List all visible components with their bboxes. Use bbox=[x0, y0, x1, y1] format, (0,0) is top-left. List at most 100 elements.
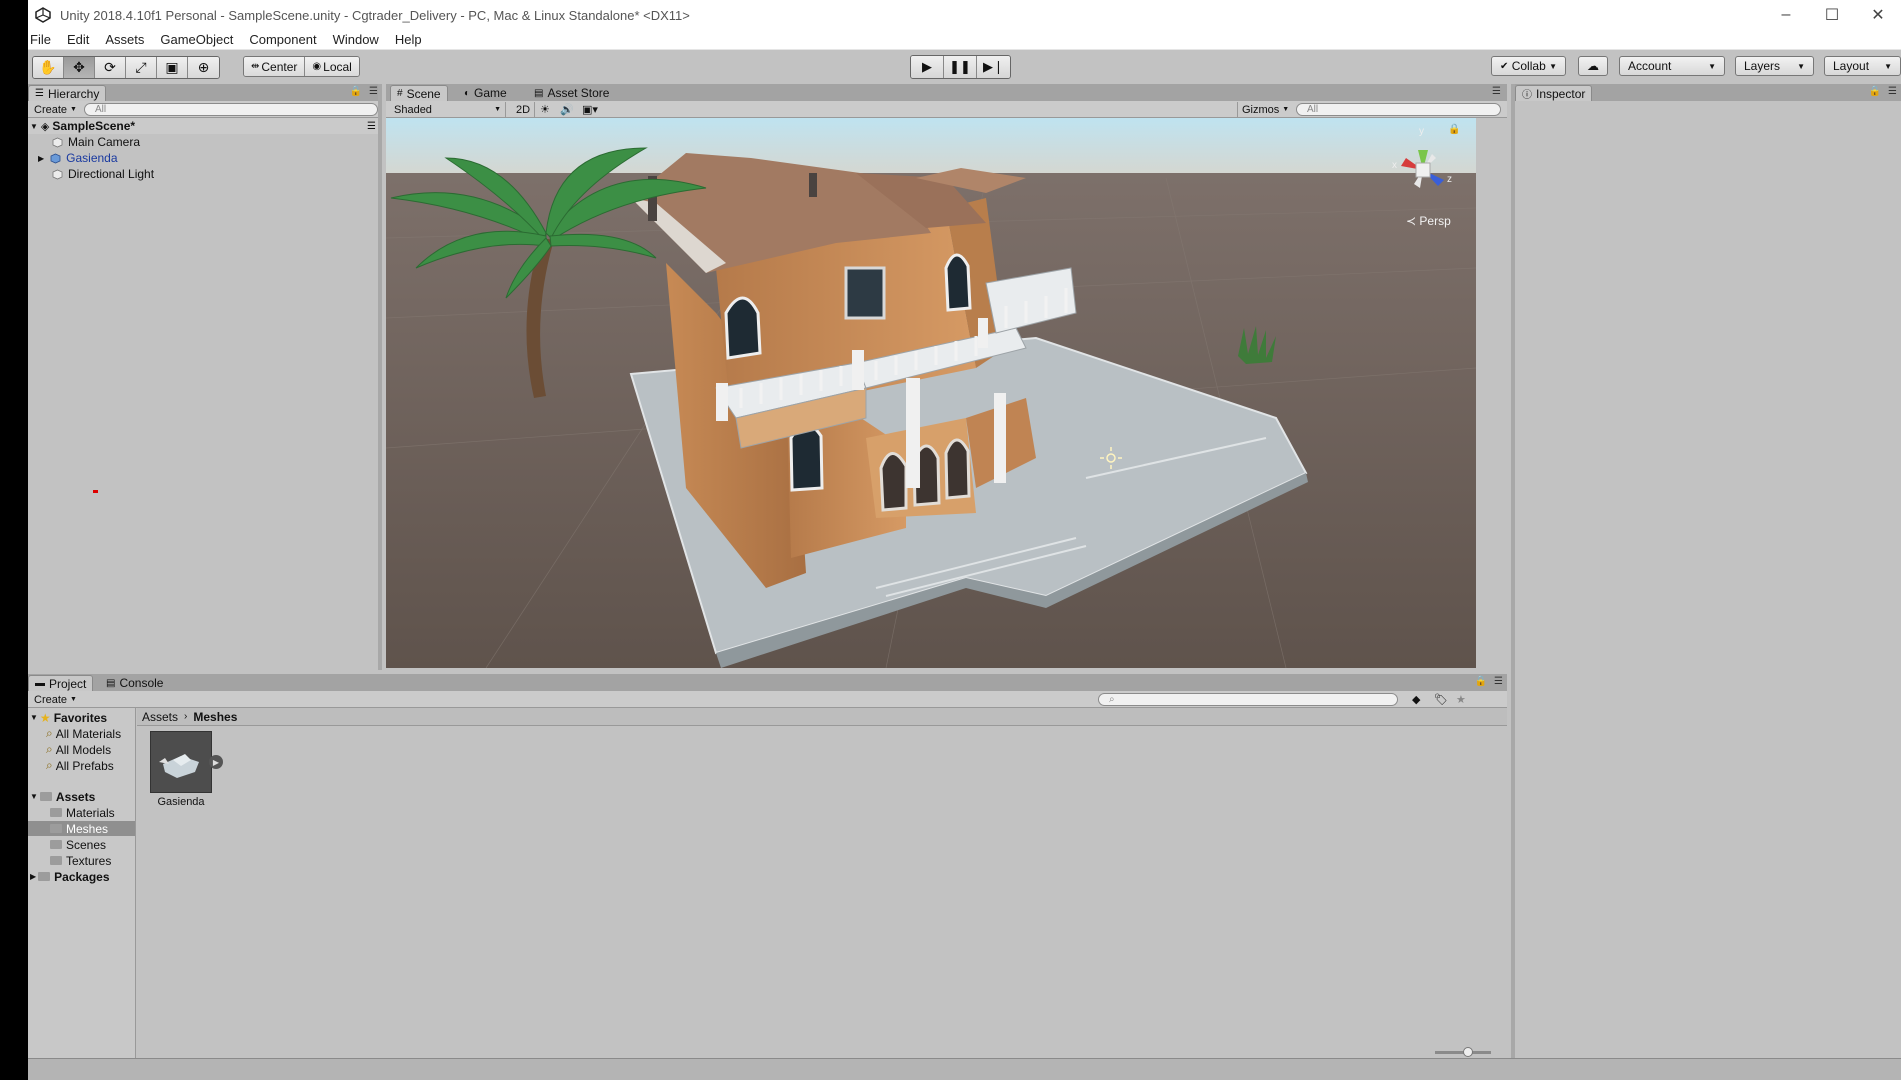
hierarchy-create-dropdown[interactable]: Create ▼ bbox=[30, 102, 81, 117]
tree-label: All Prefabs bbox=[55, 758, 114, 773]
tree-scenes[interactable]: Scenes bbox=[50, 837, 106, 852]
tab-hierarchy[interactable]: ☰ Hierarchy bbox=[28, 85, 107, 101]
tab-game[interactable]: ◐ Game bbox=[458, 85, 513, 101]
tab-hierarchy-label: Hierarchy bbox=[47, 86, 100, 101]
favorite-star-icon[interactable]: ★ bbox=[1452, 692, 1470, 707]
tree-label: Favorites bbox=[53, 710, 108, 725]
layout-dropdown[interactable]: Layout ▼ bbox=[1824, 56, 1901, 76]
space-local-button[interactable]: ◉ Local bbox=[305, 57, 359, 76]
tab-project-label: Project bbox=[49, 676, 87, 691]
tab-console[interactable]: ▤ Console bbox=[100, 675, 169, 691]
title-bar: Unity 2018.4.10f1 Personal - SampleScene… bbox=[28, 0, 1901, 30]
cloud-icon: ☁ bbox=[1587, 59, 1599, 73]
slider-thumb[interactable] bbox=[1463, 1047, 1473, 1057]
scene-viewport[interactable]: y x z 🔒 ≺ Persp bbox=[386, 118, 1476, 668]
hand-tool-icon[interactable]: ✋ bbox=[33, 57, 64, 78]
hierarchy-item-directional-light[interactable]: Directional Light bbox=[52, 166, 154, 182]
tree-materials[interactable]: Materials bbox=[50, 805, 115, 820]
menu-window[interactable]: Window bbox=[331, 32, 387, 47]
gizmos-dropdown[interactable]: Gizmos ▼ bbox=[1237, 102, 1293, 117]
scene-menu-icon[interactable]: ☰ bbox=[367, 121, 376, 132]
tree-assets[interactable]: ▼ Assets bbox=[30, 789, 95, 804]
pivot-center-button[interactable]: ⇹ Center bbox=[244, 57, 306, 76]
project-panel: ▬ Project ▤ Console 🔒 ☰ Create ▼ ⌕ ◆ 🏷 ★ bbox=[28, 674, 1507, 1058]
lighting-toggle-icon[interactable]: ☀ bbox=[536, 102, 554, 117]
account-dropdown[interactable]: Account ▼ bbox=[1619, 56, 1725, 76]
tree-all-prefabs[interactable]: ⌕ All Prefabs bbox=[46, 758, 114, 773]
search-by-label-icon[interactable]: 🏷 bbox=[1430, 692, 1452, 707]
menu-assets[interactable]: Assets bbox=[103, 32, 152, 47]
transform-tool-icon[interactable]: ⊕ bbox=[188, 57, 219, 78]
tree-textures[interactable]: Textures bbox=[50, 853, 111, 868]
tree-packages[interactable]: ▶ Packages bbox=[30, 869, 110, 884]
rect-tool-icon[interactable]: ▣ bbox=[157, 57, 188, 78]
project-create-dropdown[interactable]: Create ▼ bbox=[30, 692, 81, 707]
project-search-input[interactable]: ⌕ bbox=[1098, 693, 1398, 706]
gizmo-lock-icon[interactable]: 🔒 bbox=[1448, 124, 1460, 135]
menu-file[interactable]: File bbox=[28, 32, 59, 47]
step-button-icon[interactable]: ▶❘ bbox=[977, 56, 1010, 78]
hierarchy-item-main-camera[interactable]: Main Camera bbox=[52, 134, 140, 150]
expand-asset-icon[interactable]: ▶ bbox=[209, 755, 223, 769]
scale-tool-icon[interactable]: ⤢ bbox=[126, 57, 157, 78]
pause-button-icon[interactable]: ❚❚ bbox=[944, 56, 977, 78]
tab-project[interactable]: ▬ Project bbox=[28, 675, 94, 691]
unity-scene-icon: ◈ bbox=[40, 120, 50, 133]
play-button-icon[interactable]: ▶ bbox=[911, 56, 944, 78]
folder-icon bbox=[50, 824, 62, 833]
asset-thumbnail-gasienda[interactable] bbox=[150, 731, 212, 793]
close-button[interactable]: ✕ bbox=[1855, 0, 1901, 30]
panel-divider[interactable] bbox=[1511, 84, 1515, 1058]
hierarchy-search-input[interactable]: All bbox=[84, 103, 378, 116]
layers-dropdown[interactable]: Layers ▼ bbox=[1735, 56, 1814, 76]
hierarchy-item-gasienda[interactable]: ▶ Gasienda bbox=[38, 150, 118, 166]
tree-all-materials[interactable]: ⌕ All Materials bbox=[46, 726, 121, 741]
expand-arrow-icon[interactable]: ▶ bbox=[38, 154, 44, 163]
breadcrumb-meshes[interactable]: Meshes bbox=[193, 710, 237, 724]
thumbnail-size-slider[interactable] bbox=[1435, 1047, 1491, 1057]
tab-scene[interactable]: # Scene bbox=[390, 85, 448, 101]
menu-component[interactable]: Component bbox=[247, 32, 324, 47]
audio-toggle-icon[interactable]: 🔊 bbox=[556, 102, 578, 117]
toggle-2d-button[interactable]: 2D bbox=[512, 102, 536, 117]
main-toolbar: ✋ ✥ ⟳ ⤢ ▣ ⊕ ⇹ Center ◉ Local ▶ ❚❚ ▶❘ ✔ Col… bbox=[28, 50, 1901, 84]
chevron-down-icon: ▼ bbox=[1708, 61, 1716, 71]
rotate-tool-icon[interactable]: ⟳ bbox=[95, 57, 126, 78]
lock-icon[interactable]: 🔒 bbox=[1869, 86, 1881, 97]
effects-dropdown-icon[interactable]: ▣▾ bbox=[578, 102, 602, 117]
panel-menu-icon[interactable]: ☰ bbox=[1494, 676, 1503, 687]
chevron-down-icon: ▼ bbox=[70, 696, 77, 703]
maximize-button[interactable]: ☐ bbox=[1809, 0, 1855, 30]
tree-favorites[interactable]: ▼ ★ Favorites bbox=[30, 710, 107, 725]
desktop-edge bbox=[0, 0, 28, 1080]
move-tool-icon[interactable]: ✥ bbox=[64, 57, 95, 78]
panel-menu-icon[interactable]: ☰ bbox=[1492, 86, 1501, 97]
lock-icon[interactable]: 🔒 bbox=[1475, 676, 1487, 687]
cloud-button[interactable]: ☁ bbox=[1578, 56, 1608, 76]
collab-dropdown[interactable]: ✔ Collab ▼ bbox=[1491, 56, 1566, 76]
menu-help[interactable]: Help bbox=[393, 32, 430, 47]
search-by-type-icon[interactable]: ◆ bbox=[1408, 692, 1424, 707]
account-label: Account bbox=[1628, 59, 1672, 73]
tree-meshes[interactable]: Meshes bbox=[28, 821, 135, 836]
cursor-marker bbox=[93, 490, 98, 493]
panel-divider[interactable] bbox=[378, 84, 382, 670]
layers-label: Layers bbox=[1744, 59, 1781, 73]
axis-y-label: y bbox=[1419, 126, 1424, 137]
tab-asset-store[interactable]: ▤ Asset Store bbox=[528, 85, 615, 101]
scene-search-input[interactable]: All bbox=[1296, 103, 1501, 116]
menu-edit[interactable]: Edit bbox=[65, 32, 97, 47]
menu-gameobject[interactable]: GameObject bbox=[158, 32, 241, 47]
breadcrumb-assets[interactable]: Assets bbox=[142, 710, 178, 724]
tree-all-models[interactable]: ⌕ All Models bbox=[46, 742, 111, 757]
tab-inspector[interactable]: ⓘ Inspector bbox=[1515, 85, 1593, 101]
shading-mode-dropdown[interactable]: Shaded ▼ bbox=[390, 102, 506, 117]
lock-icon[interactable]: 🔒 bbox=[350, 86, 362, 97]
projection-toggle[interactable]: ≺ Persp bbox=[1406, 214, 1451, 228]
panel-menu-icon[interactable]: ☰ bbox=[1888, 86, 1897, 97]
scene-root-row[interactable]: ▼ ◈ SampleScene* ☰ bbox=[28, 118, 382, 134]
panel-menu-icon[interactable]: ☰ bbox=[369, 86, 378, 97]
tab-scene-label: Scene bbox=[406, 86, 441, 101]
axis-x-label: x bbox=[1392, 160, 1397, 171]
minimize-button[interactable]: – bbox=[1763, 0, 1809, 30]
